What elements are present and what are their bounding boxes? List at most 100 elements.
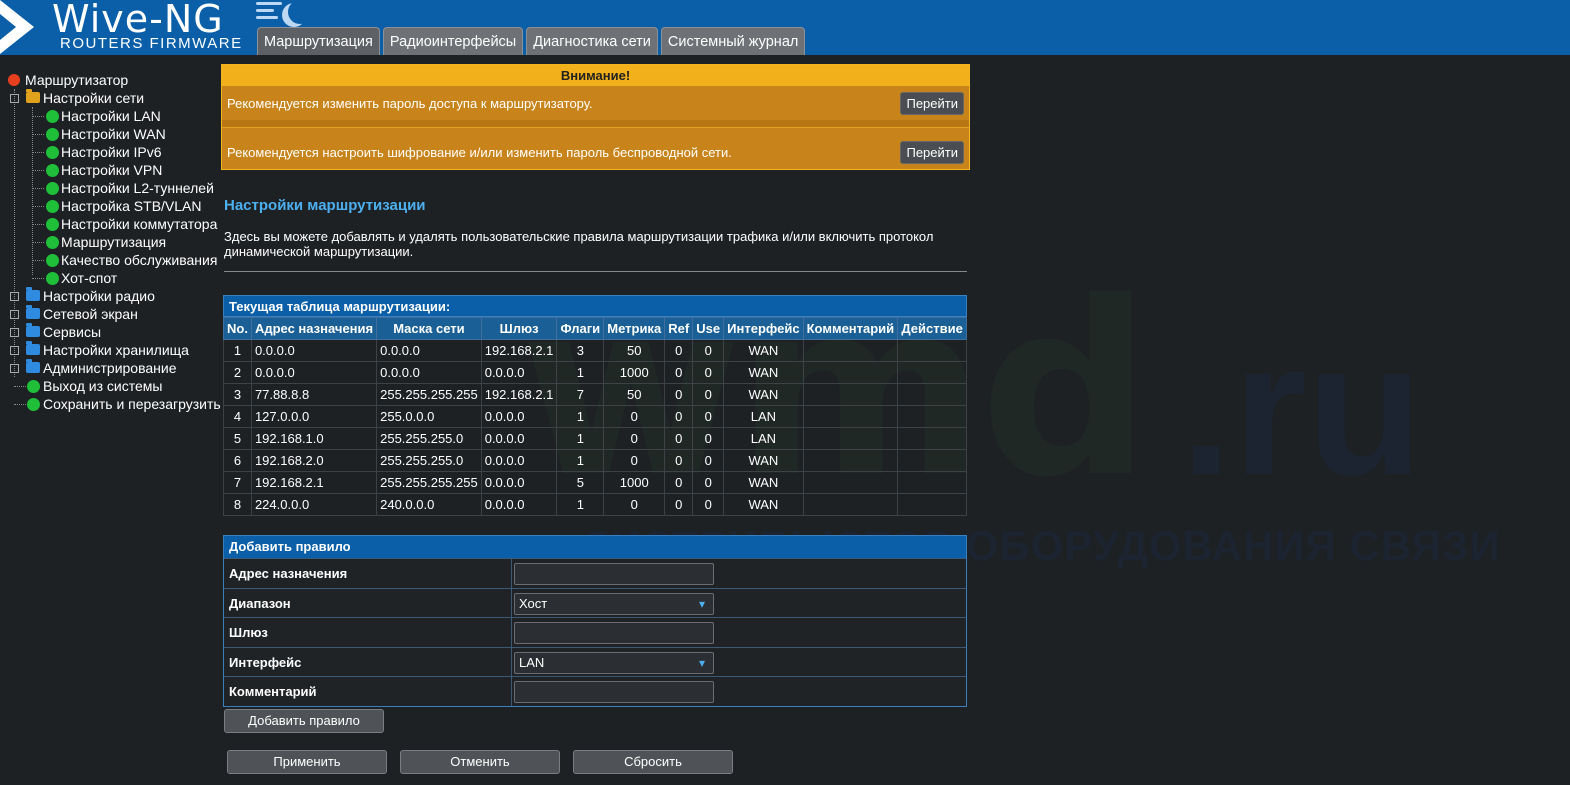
divider	[224, 271, 967, 272]
comment-label: Комментарий	[229, 684, 317, 700]
table-cell: 0	[692, 471, 725, 494]
theme-toggle-moon-icon[interactable]	[288, 0, 312, 24]
comment-input[interactable]	[514, 681, 714, 704]
destination-input[interactable]	[514, 563, 714, 585]
col-header: Ref	[664, 317, 694, 340]
logo-mark-inner	[0, 14, 16, 40]
range-label: Диапазон	[229, 595, 291, 611]
table-cell	[802, 361, 899, 384]
table-cell	[802, 493, 899, 516]
table-cell: 0	[692, 383, 725, 406]
table-cell: WAN	[723, 339, 804, 362]
table-cell: 0.0.0.0	[376, 339, 482, 362]
interface-select[interactable]: LAN	[514, 651, 714, 674]
table-cell: 0	[664, 383, 694, 406]
table-cell: 0.0.0.0	[480, 405, 558, 428]
table-cell: WAN	[723, 449, 804, 472]
table-cell: 4	[223, 405, 252, 428]
expand-toggle-icon[interactable]	[10, 292, 19, 301]
page-leaf-icon	[46, 200, 59, 213]
collapse-toggle-icon[interactable]	[10, 94, 19, 103]
go-button-wireless[interactable]: Перейти	[900, 141, 964, 164]
table-cell	[897, 339, 967, 362]
table-cell	[802, 405, 899, 428]
table-cell: 0	[692, 493, 725, 516]
table-cell: 255.0.0.0	[376, 405, 482, 428]
range-select[interactable]: Хост	[514, 592, 714, 615]
table-cell: 0.0.0.0	[480, 493, 558, 516]
table-row: 4 127.0.0.0 255.0.0.0 0.0.0.0 1 0 0 0 LAN	[223, 405, 967, 428]
table-cell: 5	[223, 427, 252, 450]
routing-table-caption: Текущая таблица маршрутизации:	[223, 295, 967, 317]
table-cell: 0	[603, 427, 666, 450]
table-cell: 0	[664, 405, 694, 428]
cancel-button[interactable]: Отменить	[400, 750, 560, 774]
warning-divider	[222, 120, 969, 128]
table-cell: 0.0.0.0	[250, 361, 378, 384]
table-cell: WAN	[723, 361, 804, 384]
table-row: 7 192.168.2.1 255.255.255.255 0.0.0.0 5 1000 0…	[223, 471, 967, 494]
table-cell: 77.88.8.8	[250, 383, 378, 406]
table-cell: 0.0.0.0	[480, 471, 558, 494]
destination-label: Адрес назначения	[229, 566, 348, 581]
table-cell: 0.0.0.0	[480, 361, 558, 384]
col-header: Интерфейс	[723, 317, 804, 340]
table-cell: 255.255.255.0	[376, 449, 482, 472]
tab-system-log[interactable]: Системный журнал	[660, 27, 806, 55]
expand-toggle-icon[interactable]	[10, 328, 19, 337]
add-rule-button[interactable]: Добавить правило	[224, 709, 384, 733]
table-cell: 8	[223, 493, 252, 516]
tab-routing[interactable]: Маршрутизация	[257, 27, 380, 55]
table-cell	[802, 449, 899, 472]
go-button-password[interactable]: Перейти	[900, 92, 964, 115]
table-cell: 50	[603, 383, 666, 406]
brand-subtitle: ROUTERS FIRMWARE	[60, 35, 243, 52]
table-cell: 0.0.0.0	[376, 361, 482, 384]
reset-button[interactable]: Сбросить	[573, 750, 733, 774]
table-cell: 0	[692, 449, 725, 472]
warning-panel: Внимание! Рекомендуется изменить пароль …	[221, 64, 970, 170]
warning-title: Внимание!	[222, 65, 969, 86]
folder-icon	[26, 323, 40, 337]
expand-toggle-icon[interactable]	[10, 310, 19, 319]
table-cell: 192.168.2.1	[250, 471, 378, 494]
gateway-input[interactable]	[514, 622, 714, 645]
apply-button[interactable]: Применить	[227, 750, 387, 774]
table-cell: 255.255.255.255	[376, 383, 482, 406]
page-leaf-icon	[27, 398, 40, 411]
table-row: 3 77.88.8.8 255.255.255.255 192.168.2.1 7 50 0…	[223, 383, 967, 406]
table-cell: 192.168.1.0	[250, 427, 378, 450]
table-cell: 3	[556, 339, 605, 362]
table-cell: 1	[223, 339, 252, 362]
col-header: Действие	[897, 317, 967, 340]
table-cell: 1000	[603, 361, 666, 384]
table-cell: LAN	[723, 405, 804, 428]
table-cell	[802, 339, 899, 362]
tab-radio-interfaces[interactable]: Радиоинтерфейсы	[382, 27, 524, 55]
table-cell: 3	[223, 383, 252, 406]
warning-row-password: Рекомендуется изменить пароль доступа к …	[222, 86, 969, 121]
table-cell: 1	[556, 361, 605, 384]
table-cell: 0	[664, 449, 694, 472]
table-cell: WAN	[723, 383, 804, 406]
page-leaf-icon	[46, 272, 59, 285]
table-cell: 0	[692, 339, 725, 362]
table-cell	[897, 361, 967, 384]
top-header: Wive-NG ROUTERS FIRMWARE Маршрутизация Р…	[0, 0, 1570, 55]
expand-toggle-icon[interactable]	[10, 346, 19, 355]
table-cell	[897, 427, 967, 450]
form-row-destination: Адрес назначения	[224, 558, 966, 588]
table-cell: 5	[556, 471, 605, 494]
table-cell: WAN	[723, 471, 804, 494]
table-cell: 0	[603, 405, 666, 428]
expand-toggle-icon[interactable]	[10, 364, 19, 373]
table-cell: 240.0.0.0	[376, 493, 482, 516]
table-cell: 192.168.2.1	[480, 339, 558, 362]
col-header: Шлюз	[480, 317, 558, 340]
menu-icon[interactable]	[256, 2, 282, 24]
table-cell: 0.0.0.0	[480, 449, 558, 472]
table-cell	[897, 493, 967, 516]
table-cell: 1	[556, 449, 605, 472]
tab-network-diagnostics[interactable]: Диагностика сети	[526, 27, 658, 55]
table-cell: 224.0.0.0	[250, 493, 378, 516]
